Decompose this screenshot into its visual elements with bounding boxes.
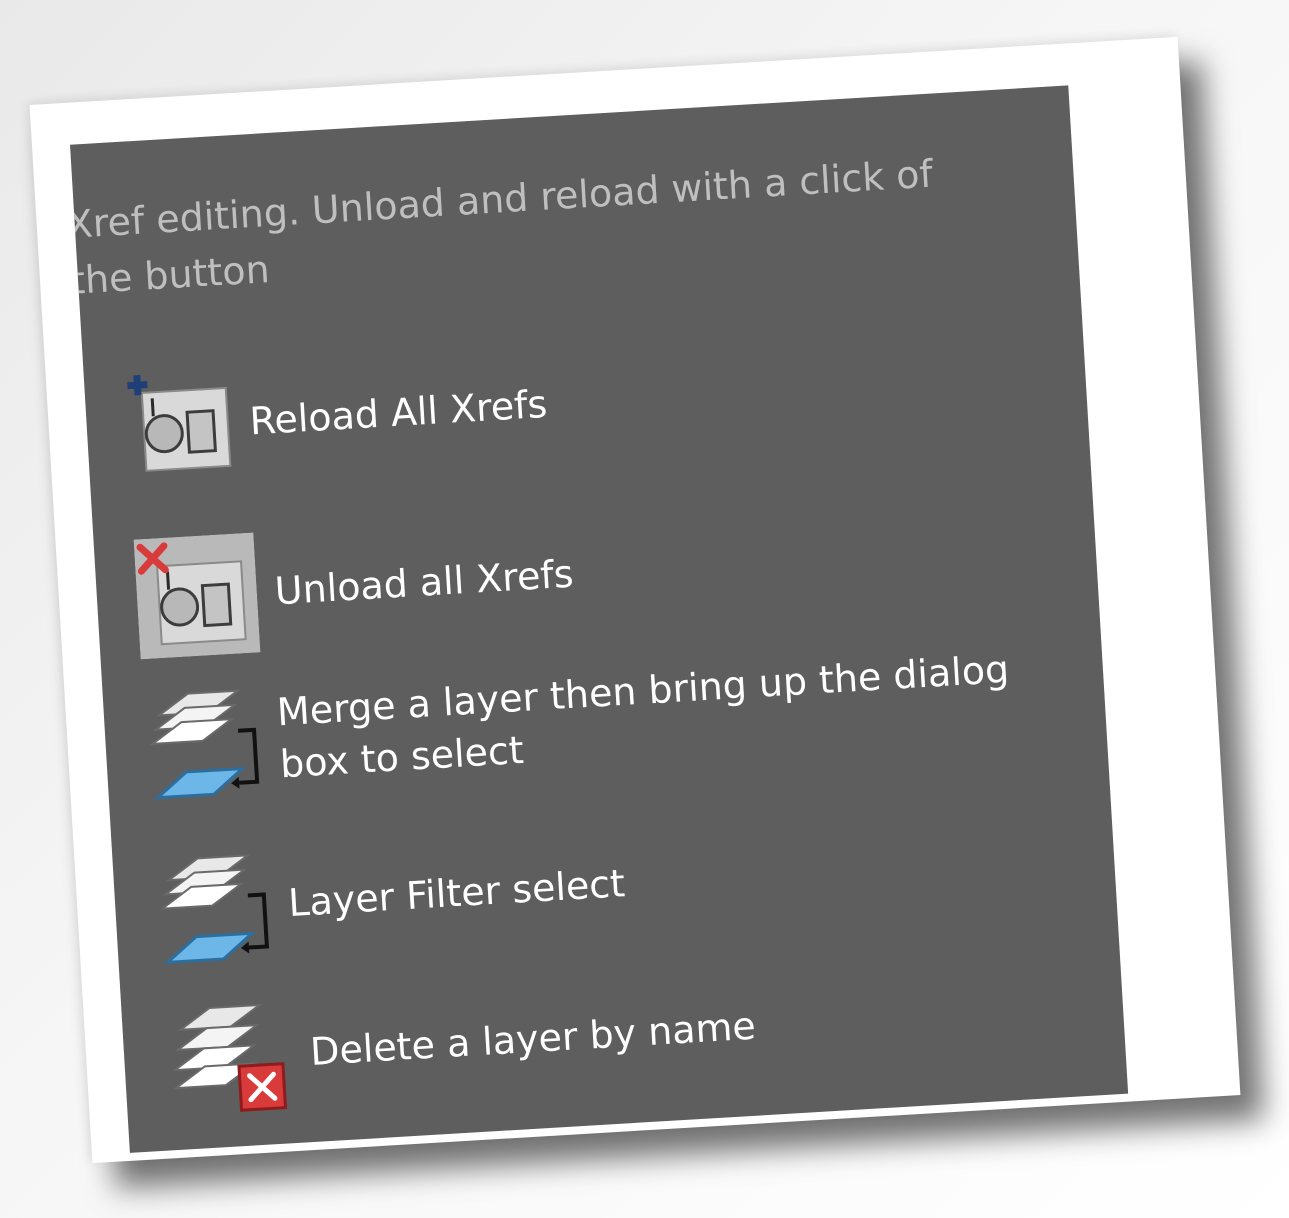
layer-merge-label: Merge a layer then bring up the dialog b… <box>275 646 1011 787</box>
unload-all-xrefs-label: Unload all Xrefs <box>273 551 575 614</box>
layer-merge-button[interactable]: Merge a layer then bring up the dialog b… <box>147 632 1061 806</box>
layer-merge-icon <box>147 680 264 806</box>
layer-filter-select-label: Layer Filter select <box>287 861 627 926</box>
delete-layer-by-name-label: Delete a layer by name <box>308 1003 757 1075</box>
panel-description: Xref editing. Unload and reload with a c… <box>70 151 934 303</box>
layer-delete-icon <box>169 993 296 1120</box>
reload-all-xrefs-button[interactable]: Reload All Xrefs <box>119 349 551 484</box>
reload-all-xrefs-label: Reload All Xrefs <box>248 381 549 444</box>
unload-xrefs-icon <box>133 532 261 660</box>
unload-all-xrefs-button[interactable]: Unload all Xrefs <box>133 514 577 660</box>
photo-frame: Xref editing. Unload and reload with a c… <box>29 36 1241 1164</box>
layer-filter-select-button[interactable]: Layer Filter select <box>157 823 628 970</box>
reload-xrefs-icon <box>119 368 235 484</box>
delete-layer-by-name-button[interactable]: Delete a layer by name <box>169 966 759 1120</box>
layer-filter-icon <box>157 844 274 970</box>
ribbon-panel: Xref editing. Unload and reload with a c… <box>70 85 1129 1153</box>
